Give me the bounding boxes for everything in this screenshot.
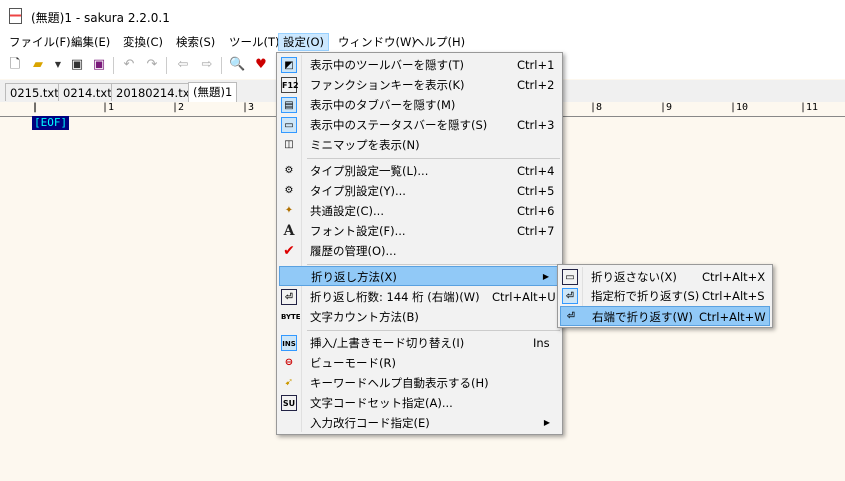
menu-item-common-settings[interactable]: ✦ 共通設定(C)... Ctrl+6 (279, 201, 560, 221)
menu-item-hide-toolbar[interactable]: ◩ 表示中のツールバーを隠す(T) Ctrl+1 (279, 55, 560, 75)
wrap-at-edge-icon: ⏎ (566, 311, 576, 322)
menu-item-font-settings[interactable]: A フォント設定(F)... Ctrl+7 (279, 221, 560, 241)
submenu-arrow-icon: ▶ (542, 272, 549, 281)
undo-icon[interactable]: ↶ (121, 57, 137, 73)
common-settings-icon: ✦ (284, 205, 294, 216)
menu-tools[interactable]: ツール(T) (225, 34, 284, 50)
title-bar: (無題)1 - sakura 2.2.0.1 (0, 0, 845, 32)
insert-icon: INS (281, 335, 297, 351)
ruler-mark: |8 (590, 102, 603, 113)
app-icon (9, 8, 22, 24)
menu-settings[interactable]: 設定(O) (278, 33, 330, 51)
menu-item-charset[interactable]: SU 文字コードセット指定(A)... (279, 393, 560, 413)
keyword-help-icon: ➹ (284, 377, 294, 388)
menu-file[interactable]: ファイル(F) (5, 34, 75, 50)
byte-icon: BYTE (281, 313, 301, 321)
menu-item-type-settings-list[interactable]: ⚙ タイプ別設定一覧(L)... Ctrl+4 (279, 161, 560, 181)
view-mode-icon: ⊖ (284, 357, 294, 368)
tabbar-icon: ▤ (281, 97, 297, 113)
eof-marker: [EOF] (32, 116, 70, 130)
menu-help[interactable]: ヘルプ(H) (409, 34, 469, 50)
menu-item-hide-statusbar[interactable]: ▭ 表示中のステータスバーを隠す(S) Ctrl+3 (279, 115, 560, 135)
checkmark-icon: ✔ (283, 243, 295, 259)
menu-item-show-minimap[interactable]: ◫ ミニマップを表示(N) (279, 135, 560, 155)
submenu-item-no-wrap[interactable]: ▭ 折り返さない(X) Ctrl+Alt+X (560, 267, 770, 287)
menu-item-hide-tabbar[interactable]: ▤ 表示中のタブバーを隠す(M) (279, 95, 560, 115)
toolbar-icon: ◩ (281, 57, 297, 73)
submenu-arrow-icon: ▶ (543, 418, 550, 427)
submenu-item-wrap-at-column[interactable]: ⏎ 指定桁で折り返す(S) Ctrl+Alt+S (560, 286, 770, 306)
save-icon[interactable]: ▣ (69, 57, 85, 73)
tab-20180214[interactable]: 20180214.txt (111, 83, 200, 101)
ruler-mark: |11 (800, 102, 819, 113)
menu-separator (307, 330, 560, 331)
menu-window[interactable]: ウィンドウ(W) (334, 34, 420, 50)
font-icon: A (283, 223, 295, 239)
chevron-down-icon[interactable]: ▼ (50, 57, 66, 73)
tab-untitled[interactable]: (無題)1 (188, 82, 238, 102)
menu-edit[interactable]: 編集(E) (67, 34, 114, 50)
menu-bar: ファイル(F) 編集(E) 変換(C) 検索(S) ツール(T) 設定(O) ウ… (0, 32, 845, 52)
ruler-mark: |2 (172, 102, 185, 113)
ruler-cursor: | (32, 102, 39, 113)
save-all-icon[interactable]: ▣ (91, 57, 107, 73)
type-settings-icon: ⚙ (284, 185, 294, 196)
window-title: (無題)1 - sakura 2.2.0.1 (31, 11, 170, 25)
menu-item-view-mode[interactable]: ⊖ ビューモード(R) (279, 353, 560, 373)
ruler-mark: |1 (102, 102, 115, 113)
menu-separator (307, 158, 560, 159)
grep-icon[interactable]: ♥ (253, 57, 269, 73)
ruler-mark: |9 (660, 102, 673, 113)
type-list-icon: ⚙ (284, 165, 294, 176)
wrap-at-column-icon: ⏎ (562, 288, 578, 304)
forward-icon[interactable]: ⇨ (199, 57, 215, 73)
menu-item-char-count[interactable]: BYTE 文字カウント方法(B) (279, 307, 560, 327)
menu-search[interactable]: 検索(S) (172, 34, 219, 50)
ruler-mark: |10 (730, 102, 749, 113)
menu-item-newline-code[interactable]: 入力改行コード指定(E) ▶ (279, 413, 560, 433)
new-file-icon[interactable]: 🗋 (7, 57, 23, 73)
back-icon[interactable]: ⇦ (175, 57, 191, 73)
tab-0214[interactable]: 0214.txt (58, 83, 117, 101)
statusbar-icon: ▭ (281, 117, 297, 133)
menu-item-type-settings[interactable]: ⚙ タイプ別設定(Y)... Ctrl+5 (279, 181, 560, 201)
ruler-mark: |3 (242, 102, 255, 113)
submenu-item-wrap-at-edge[interactable]: ⏎ 右端で折り返す(W) Ctrl+Alt+W (560, 306, 770, 326)
wrap-column-icon: ⏎ (281, 289, 297, 305)
menu-convert[interactable]: 変換(C) (119, 34, 167, 50)
tab-0215[interactable]: 0215.txt (5, 83, 64, 101)
menu-item-wrap-column[interactable]: ⏎ 折り返し桁数: 144 桁 (右端)(W) Ctrl+Alt+U (279, 287, 560, 307)
toolbar-separator (113, 57, 114, 74)
menu-item-history[interactable]: ✔ 履歴の管理(O)... (279, 241, 560, 261)
toolbar-separator (221, 57, 222, 74)
menu-item-show-function-keys[interactable]: F12 ファンクションキーを表示(K) Ctrl+2 (279, 75, 560, 95)
function-key-icon: F12 (281, 77, 299, 93)
menu-item-keyword-help[interactable]: ➹ キーワードヘルプ自動表示する(H) (279, 373, 560, 393)
menu-item-wrap-method[interactable]: 折り返し方法(X) ▶ (279, 266, 560, 286)
wrap-submenu: ▭ 折り返さない(X) Ctrl+Alt+X ⏎ 指定桁で折り返す(S) Ctr… (557, 264, 773, 328)
no-wrap-icon: ▭ (562, 269, 578, 285)
menu-separator (307, 264, 560, 265)
settings-menu: ◩ 表示中のツールバーを隠す(T) Ctrl+1 F12 ファンクションキーを表… (276, 52, 563, 435)
toolbar-separator (166, 57, 167, 74)
find-icon[interactable]: 🔍 (229, 57, 245, 73)
menu-item-insert-overwrite[interactable]: INS 挿入/上書きモード切り替え(I) Ins (279, 333, 560, 353)
minimap-icon: ◫ (284, 139, 294, 150)
redo-icon[interactable]: ↷ (144, 57, 160, 73)
open-folder-icon[interactable]: ▰ (30, 57, 46, 73)
charset-icon: SU (281, 395, 297, 411)
